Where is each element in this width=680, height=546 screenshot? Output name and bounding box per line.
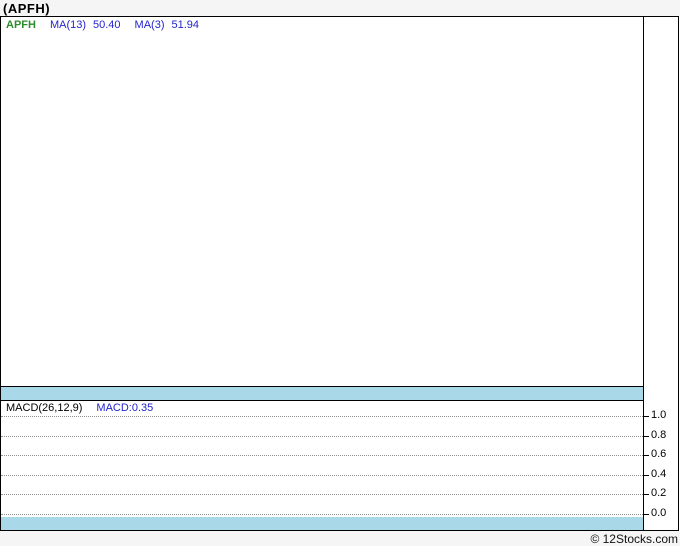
footer-bar: © 12Stocks.com [0,531,680,546]
macd-tick-label: 0.8 [651,429,667,441]
stock-chart-page: (APFH) APFH MA(13) 50.40 MA(3) 51.94 MACD(26… [0,0,680,546]
dotted-gridline [1,436,643,437]
dotted-gridline [1,416,643,417]
dotted-gridline [1,494,643,495]
separator-band-top [1,386,643,401]
dotted-gridline [1,475,643,476]
macd-tick-label: 0.4 [651,468,667,480]
macd-legend-label: MACD(26,12,9) [6,402,83,414]
macd-legend: MACD(26,12,9) MACD:0.35 [6,402,153,414]
macd-legend-value: MACD:0.35 [96,402,154,414]
chart-frame: APFH MA(13) 50.40 MA(3) 51.94 MACD(26,12,9) M… [0,16,679,531]
price-plot-area [1,17,643,386]
separator-band-bottom [1,517,643,530]
macd-tick-label: 0.2 [651,487,667,499]
footer-copyright: © 12Stocks.com [590,532,678,546]
macd-tick-label: 1.0 [651,409,667,421]
macd-tick-label: 0.6 [651,448,667,460]
dotted-gridline [1,455,643,456]
macd-tick-label: 0.0 [651,507,667,519]
page-title: (APFH) [3,1,51,16]
price-axis-column [644,17,678,386]
title-bar: (APFH) [0,0,680,16]
dotted-gridline [1,514,643,515]
axis-divider-line [643,17,644,530]
